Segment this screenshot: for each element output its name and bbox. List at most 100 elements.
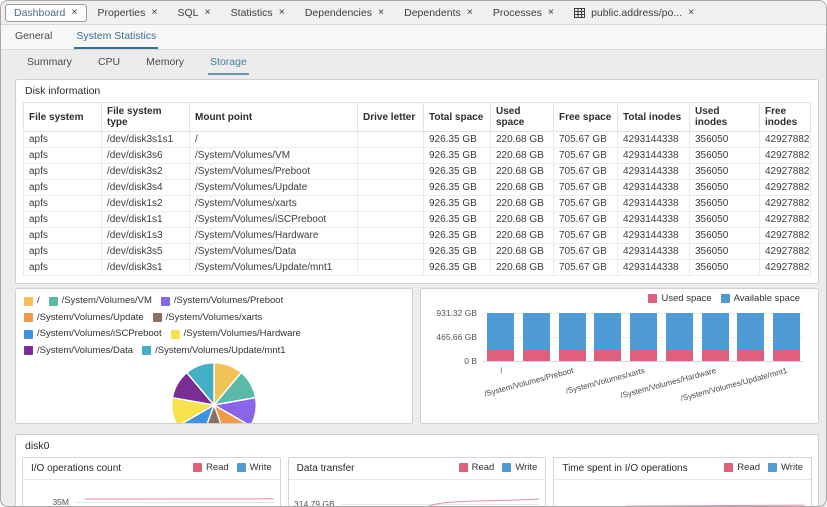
chart-y-tick-label: 35M <box>23 497 69 507</box>
column-header-used-inodes: Used inodes <box>690 103 760 132</box>
close-icon[interactable]: × <box>205 7 211 18</box>
table-cell: 4292788288 <box>760 180 811 196</box>
stats-tab-memory[interactable]: Memory <box>144 50 186 75</box>
table-cell: 705.67 GB <box>554 148 618 164</box>
main-tab-dependents[interactable]: Dependents × <box>395 4 482 22</box>
close-icon[interactable]: × <box>71 7 77 18</box>
main-tab-public-address-po[interactable]: public.address/po...× <box>565 4 703 22</box>
table-cell: /System/Volumes/Data <box>190 244 358 260</box>
chart-panel-i-o-operations-count: I/O operations countReadWrite35M30M <box>22 457 281 507</box>
legend-item-write: Write <box>237 462 272 473</box>
column-header-free-inodes: Free inodes <box>760 103 811 132</box>
stacked-bar-system-volumes-update-mnt1 <box>773 313 800 361</box>
legend-label: Available space <box>734 293 800 304</box>
bar-available-segment <box>702 313 729 349</box>
legend-item-read: Read <box>193 462 229 473</box>
table-cell: 220.68 GB <box>491 148 554 164</box>
legend-swatch <box>459 463 468 472</box>
table-cell: 356050 <box>690 164 760 180</box>
table-cell: 926.35 GB <box>424 260 491 276</box>
chart-plot-area: 35M30M <box>23 487 280 507</box>
legend-label: /System/Volumes/VM <box>62 294 152 308</box>
close-icon[interactable]: × <box>467 7 473 18</box>
main-tab-dependencies[interactable]: Dependencies× <box>296 4 393 22</box>
disk-information-table: File systemFile system typeMount pointDr… <box>23 102 811 276</box>
close-icon[interactable]: × <box>378 7 384 18</box>
table-cell: /dev/disk1s3 <box>102 228 190 244</box>
stacked-bar-system-volumes-data <box>737 313 764 361</box>
legend-label: /System/Volumes/Preboot <box>174 294 283 308</box>
table-row: apfs/dev/disk1s1/System/Volumes/iSCPrebo… <box>24 212 811 228</box>
pie-legend: / /System/Volumes/VM/System/Volumes/Prebo… <box>16 289 412 361</box>
stats-tab-summary[interactable]: Summary <box>25 50 74 75</box>
table-cell: / <box>190 132 358 148</box>
chart-panel-header: I/O operations countReadWrite <box>23 458 280 480</box>
stacked-bar-system-volumes-hardware <box>702 313 729 361</box>
legend-label: Write <box>250 462 272 473</box>
main-tab-sql[interactable]: SQL× <box>169 4 220 22</box>
legend-label: /System/Volumes/Update <box>37 311 144 325</box>
table-row: apfs/dev/disk3s6/System/Volumes/VM926.35… <box>24 148 811 164</box>
table-cell: 4293144338 <box>618 132 690 148</box>
close-icon[interactable]: × <box>151 7 157 18</box>
table-cell: 705.67 GB <box>554 132 618 148</box>
bar-used-segment <box>773 350 800 361</box>
close-icon[interactable]: × <box>688 7 694 18</box>
table-header-row: File systemFile system typeMount pointDr… <box>24 103 811 132</box>
table-cell: apfs <box>24 260 102 276</box>
legend-swatch <box>24 313 33 322</box>
main-tab-processes[interactable]: Processes× <box>484 4 563 22</box>
main-tab-dashboard[interactable]: Dashboard× <box>5 4 87 22</box>
table-cell <box>358 132 424 148</box>
column-header-mount-point: Mount point <box>190 103 358 132</box>
table-cell: apfs <box>24 148 102 164</box>
table-cell: 4293144338 <box>618 164 690 180</box>
legend-item-system-volumes-vm: /System/Volumes/VM <box>49 294 152 308</box>
tab-label: Dependents <box>404 7 461 19</box>
table-row: apfs/dev/disk1s3/System/Volumes/Hardware… <box>24 228 811 244</box>
stacked-bar-system-volumes-iscpreboot <box>666 313 693 361</box>
disk-information-title: Disk information <box>16 80 818 100</box>
stats-tab-cpu[interactable]: CPU <box>96 50 122 75</box>
table-cell: 356050 <box>690 212 760 228</box>
table-cell: apfs <box>24 212 102 228</box>
chart-legend: Read Write <box>185 462 272 475</box>
table-cell: 220.68 GB <box>491 212 554 228</box>
bar-x-tick-label: /System/Volumes/Preboot <box>483 366 574 399</box>
chart-panel-header: Data transferReadWrite <box>289 458 546 480</box>
legend-item-write: Write <box>502 462 537 473</box>
table-cell <box>358 260 424 276</box>
table-cell: /System/Volumes/VM <box>190 148 358 164</box>
table-row: apfs/dev/disk3s2/System/Volumes/Preboot9… <box>24 164 811 180</box>
main-tab-statistics[interactable]: Statistics× <box>222 4 294 22</box>
disk-space-bar-panel: Used spaceAvailable space 931.32 GB465.6… <box>420 288 819 424</box>
table-cell: 356050 <box>690 244 760 260</box>
nav-tab-system-statistics[interactable]: System Statistics <box>74 25 158 49</box>
table-cell: 4293144338 <box>618 180 690 196</box>
legend-label: /System/Volumes/Update/mnt1 <box>155 344 285 358</box>
table-cell: apfs <box>24 132 102 148</box>
table-icon <box>574 8 585 18</box>
legend-item-system-volumes-hardware: /System/Volumes/Hardware <box>171 327 301 341</box>
bar-available-segment <box>773 313 800 349</box>
table-cell: 356050 <box>690 180 760 196</box>
table-cell: /System/Volumes/xarts <box>190 196 358 212</box>
table-cell: 220.68 GB <box>491 132 554 148</box>
nav-tab-general[interactable]: General <box>13 25 54 49</box>
table-cell: 356050 <box>690 260 760 276</box>
column-header-drive-letter: Drive letter <box>358 103 424 132</box>
legend-item-: / <box>24 294 40 308</box>
close-icon[interactable]: × <box>548 7 554 18</box>
close-icon[interactable]: × <box>279 7 285 18</box>
stacked-bar-system-volumes-vm <box>523 313 550 361</box>
table-cell <box>358 196 424 212</box>
table-cell: 705.67 GB <box>554 260 618 276</box>
main-tab-properties[interactable]: Properties× <box>89 4 167 22</box>
table-cell: /dev/disk3s1s1 <box>102 132 190 148</box>
stats-tab-storage[interactable]: Storage <box>208 50 249 75</box>
table-cell: /dev/disk3s4 <box>102 180 190 196</box>
legend-swatch <box>768 463 777 472</box>
table-cell: 356050 <box>690 196 760 212</box>
legend-label: /System/Volumes/Hardware <box>184 327 301 341</box>
table-cell: 356050 <box>690 228 760 244</box>
